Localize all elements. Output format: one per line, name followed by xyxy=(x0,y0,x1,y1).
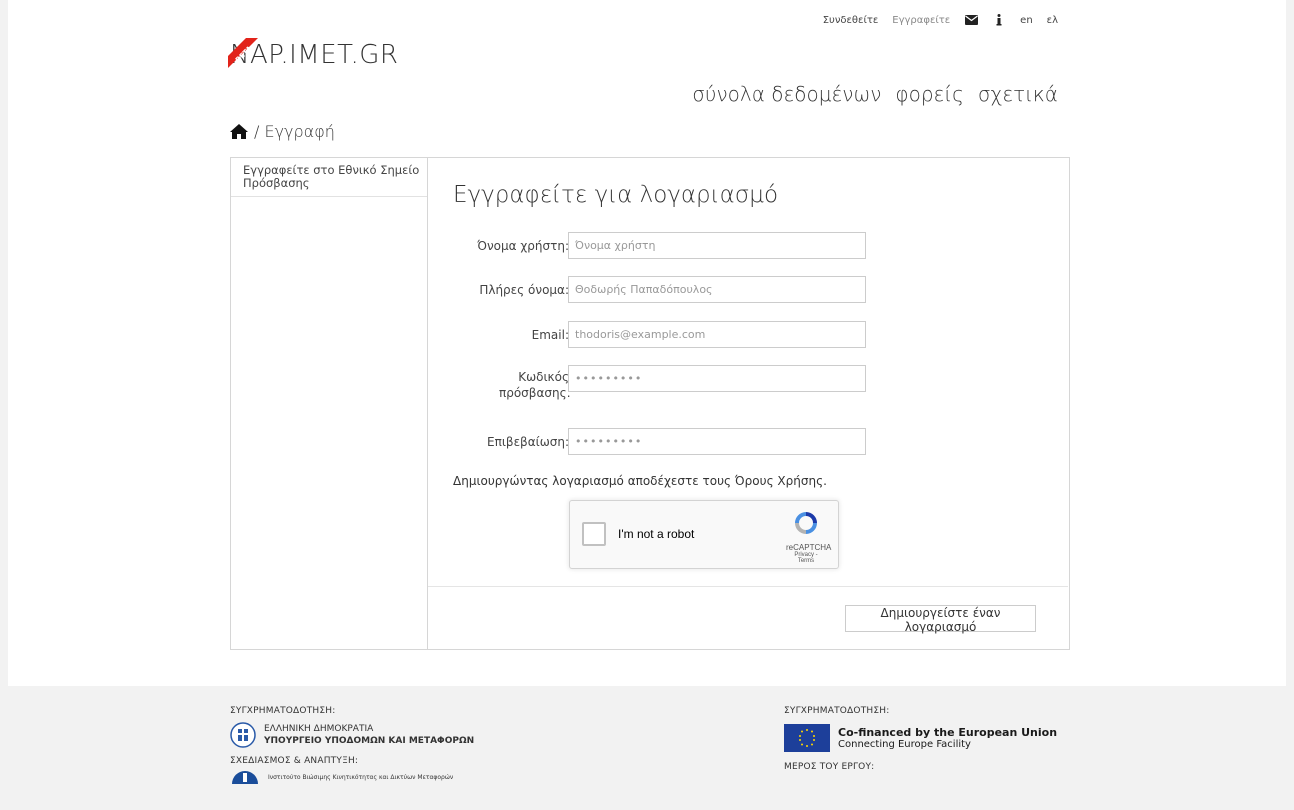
create-account-button[interactable]: Δημιουργείστε έναν λογαριασμό xyxy=(845,605,1036,634)
cofund-right-heading: ΣΥΓΧΡΗΜΑΤΟΔΟΤΗΣΗ: xyxy=(784,706,890,716)
breadcrumb-current: / Εγγραφή xyxy=(254,122,335,141)
nav-about[interactable]: σχετικά xyxy=(978,82,1058,106)
sidebar-item-register[interactable]: Εγγραφείτε στο Εθνικό Σημείο Πρόσβασης xyxy=(231,158,427,197)
site-logo[interactable]: BETA NAP.IMET.GR xyxy=(228,38,398,70)
page: Συνδεθείτε Εγγραφείτε en ελ BETA NAP.IME… xyxy=(8,0,1286,686)
registration-form: Εγγραφείτε για λογαριασμό Όνομα χρήστη: … xyxy=(428,158,1069,649)
footer-left: ΣΥΓΧΡΗΜΑΤΟΔΟΤΗΣΗ: ΕΛΛΗΝΙΚΗ ΔΗΜΟΚΡΑΤΙΑ ΥΠ… xyxy=(230,706,474,784)
password-label: Κωδικός πρόσβασης: xyxy=(499,370,571,400)
registration-panel: Εγγραφείτε στο Εθνικό Σημείο Πρόσβασης Ε… xyxy=(230,157,1070,650)
terms-text: Δημιουργώντας λογαριασμό αποδέχεστε τους… xyxy=(453,474,827,488)
username-label: Όνομα χρήστη: xyxy=(477,239,569,253)
email-label: Email: xyxy=(531,328,569,342)
eu-line2: Connecting Europe Facility xyxy=(838,739,971,750)
terms-link[interactable]: Όρους Χρήσης xyxy=(735,474,823,488)
form-divider xyxy=(428,586,1068,587)
greek-emblem-icon xyxy=(230,722,256,748)
footer-right: ΣΥΓΧΡΗΜΑΤΟΔΟΤΗΣΗ: Co-financed by the Eur… xyxy=(784,706,1057,772)
top-bar: Συνδεθείτε Εγγραφείτε en ελ xyxy=(823,14,1058,26)
eu-brand: Co-financed by the European Union Connec… xyxy=(784,724,1057,752)
breadcrumb: / Εγγραφή xyxy=(230,122,335,141)
nav-datasets[interactable]: σύνολα δεδομένων xyxy=(692,82,881,106)
recaptcha-label: I'm not a robot xyxy=(618,527,695,541)
recaptcha-widget: I'm not a robot reCAPTCHA Privacy - Term… xyxy=(569,500,839,569)
info-icon[interactable] xyxy=(992,14,1006,26)
institute-logo-icon xyxy=(232,771,258,784)
lang-el-link[interactable]: ελ xyxy=(1047,15,1058,26)
recaptcha-icon xyxy=(795,512,817,534)
username-input[interactable]: Όνομα χρήστη xyxy=(568,232,866,259)
terms-suffix: . xyxy=(823,474,827,488)
institute-name: Ινστιτούτο Βιώσιμης Κινητικότητας και Δι… xyxy=(268,773,454,781)
fullname-label: Πλήρες όνομα: xyxy=(479,283,569,297)
eu-flag-icon xyxy=(784,724,830,752)
fullname-input[interactable]: Θοδωρής Παπαδόπουλος xyxy=(568,276,866,303)
institute-brand: Ινστιτούτο Βιώσιμης Κινητικότητας και Δι… xyxy=(230,770,474,784)
main-nav: σύνολα δεδομένων φορείς σχετικά xyxy=(692,82,1058,106)
footer: ΣΥΓΧΡΗΜΑΤΟΔΟΤΗΣΗ: ΕΛΛΗΝΙΚΗ ΔΗΜΟΚΡΑΤΙΑ ΥΠ… xyxy=(0,686,1294,810)
form-title: Εγγραφείτε για λογαριασμό xyxy=(453,182,779,208)
ministry-line2: ΥΠΟΥΡΓΕΙΟ ΥΠΟΔΟΜΩΝ ΚΑΙ ΜΕΤΑΦΟΡΩΝ xyxy=(264,736,475,746)
terms-prefix: Δημιουργώντας λογαριασμό αποδέχεστε τους xyxy=(453,474,735,488)
lang-en-link[interactable]: en xyxy=(1020,15,1033,26)
recaptcha-brand: reCAPTCHA xyxy=(786,543,832,552)
recaptcha-logo: reCAPTCHA Privacy - Terms xyxy=(786,509,832,564)
ministry-line1: ΕΛΛΗΝΙΚΗ ΔΗΜΟΚΡΑΤΙΑ xyxy=(264,724,374,734)
nav-organizations[interactable]: φορείς xyxy=(895,82,963,106)
confirm-label: Επιβεβαίωση: xyxy=(487,435,569,449)
beta-badge: BETA xyxy=(228,38,258,68)
password-input[interactable]: ••••••••• xyxy=(568,365,866,392)
register-link[interactable]: Εγγραφείτε xyxy=(892,15,950,26)
envelope-icon[interactable] xyxy=(964,14,978,26)
sidebar: Εγγραφείτε στο Εθνικό Σημείο Πρόσβασης xyxy=(231,158,428,649)
recaptcha-checkbox[interactable] xyxy=(582,522,606,546)
recaptcha-links[interactable]: Privacy - Terms xyxy=(786,552,826,564)
confirm-input[interactable]: ••••••••• xyxy=(568,428,866,455)
login-link[interactable]: Συνδεθείτε xyxy=(823,15,879,26)
design-heading: ΣΧΕΔΙΑΣΜΟΣ & ΑΝΑΠΤΥΞΗ: xyxy=(230,756,359,766)
cofund-left-heading: ΣΥΓΧΡΗΜΑΤΟΔΟΤΗΣΗ: xyxy=(230,706,336,716)
ministry-brand: ΕΛΛΗΝΙΚΗ ΔΗΜΟΚΡΑΤΙΑ ΥΠΟΥΡΓΕΙΟ ΥΠΟΔΟΜΩΝ Κ… xyxy=(230,722,474,748)
eu-line1: Co-financed by the European Union xyxy=(838,726,1058,739)
email-input[interactable]: thodoris@example.com xyxy=(568,321,866,348)
home-icon[interactable] xyxy=(230,124,248,139)
project-part-heading: ΜΕΡΟΣ ΤΟΥ ΕΡΓΟΥ: xyxy=(784,762,875,772)
